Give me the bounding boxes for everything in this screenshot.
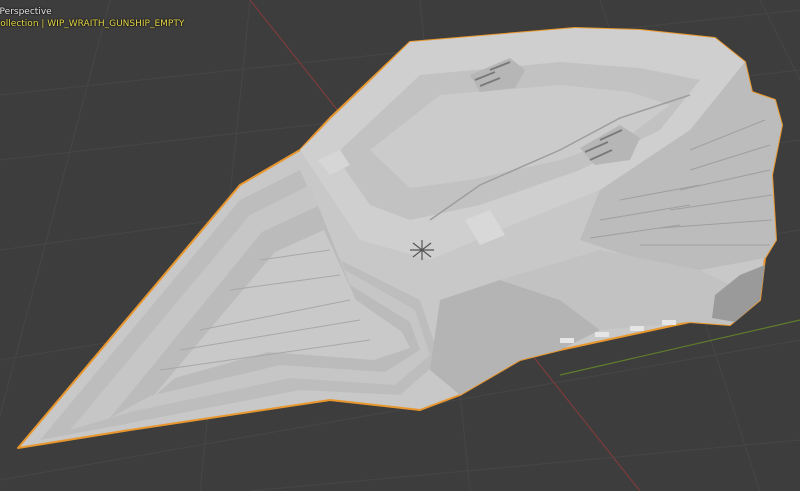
3d-viewport[interactable]: r Perspective Collection | WIP_WRAITH_GU… [0, 0, 800, 491]
collection-object-label: Collection | WIP_WRAITH_GUNSHIP_EMPTY [0, 19, 185, 29]
gunship-model[interactable] [17, 27, 783, 449]
view-name-label: r Perspective [0, 7, 52, 17]
viewport-info-overlay: r Perspective Collection | WIP_WRAITH_GU… [0, 6, 184, 30]
origin-empty-icon[interactable] [410, 240, 434, 260]
viewport-scene[interactable] [0, 0, 800, 491]
